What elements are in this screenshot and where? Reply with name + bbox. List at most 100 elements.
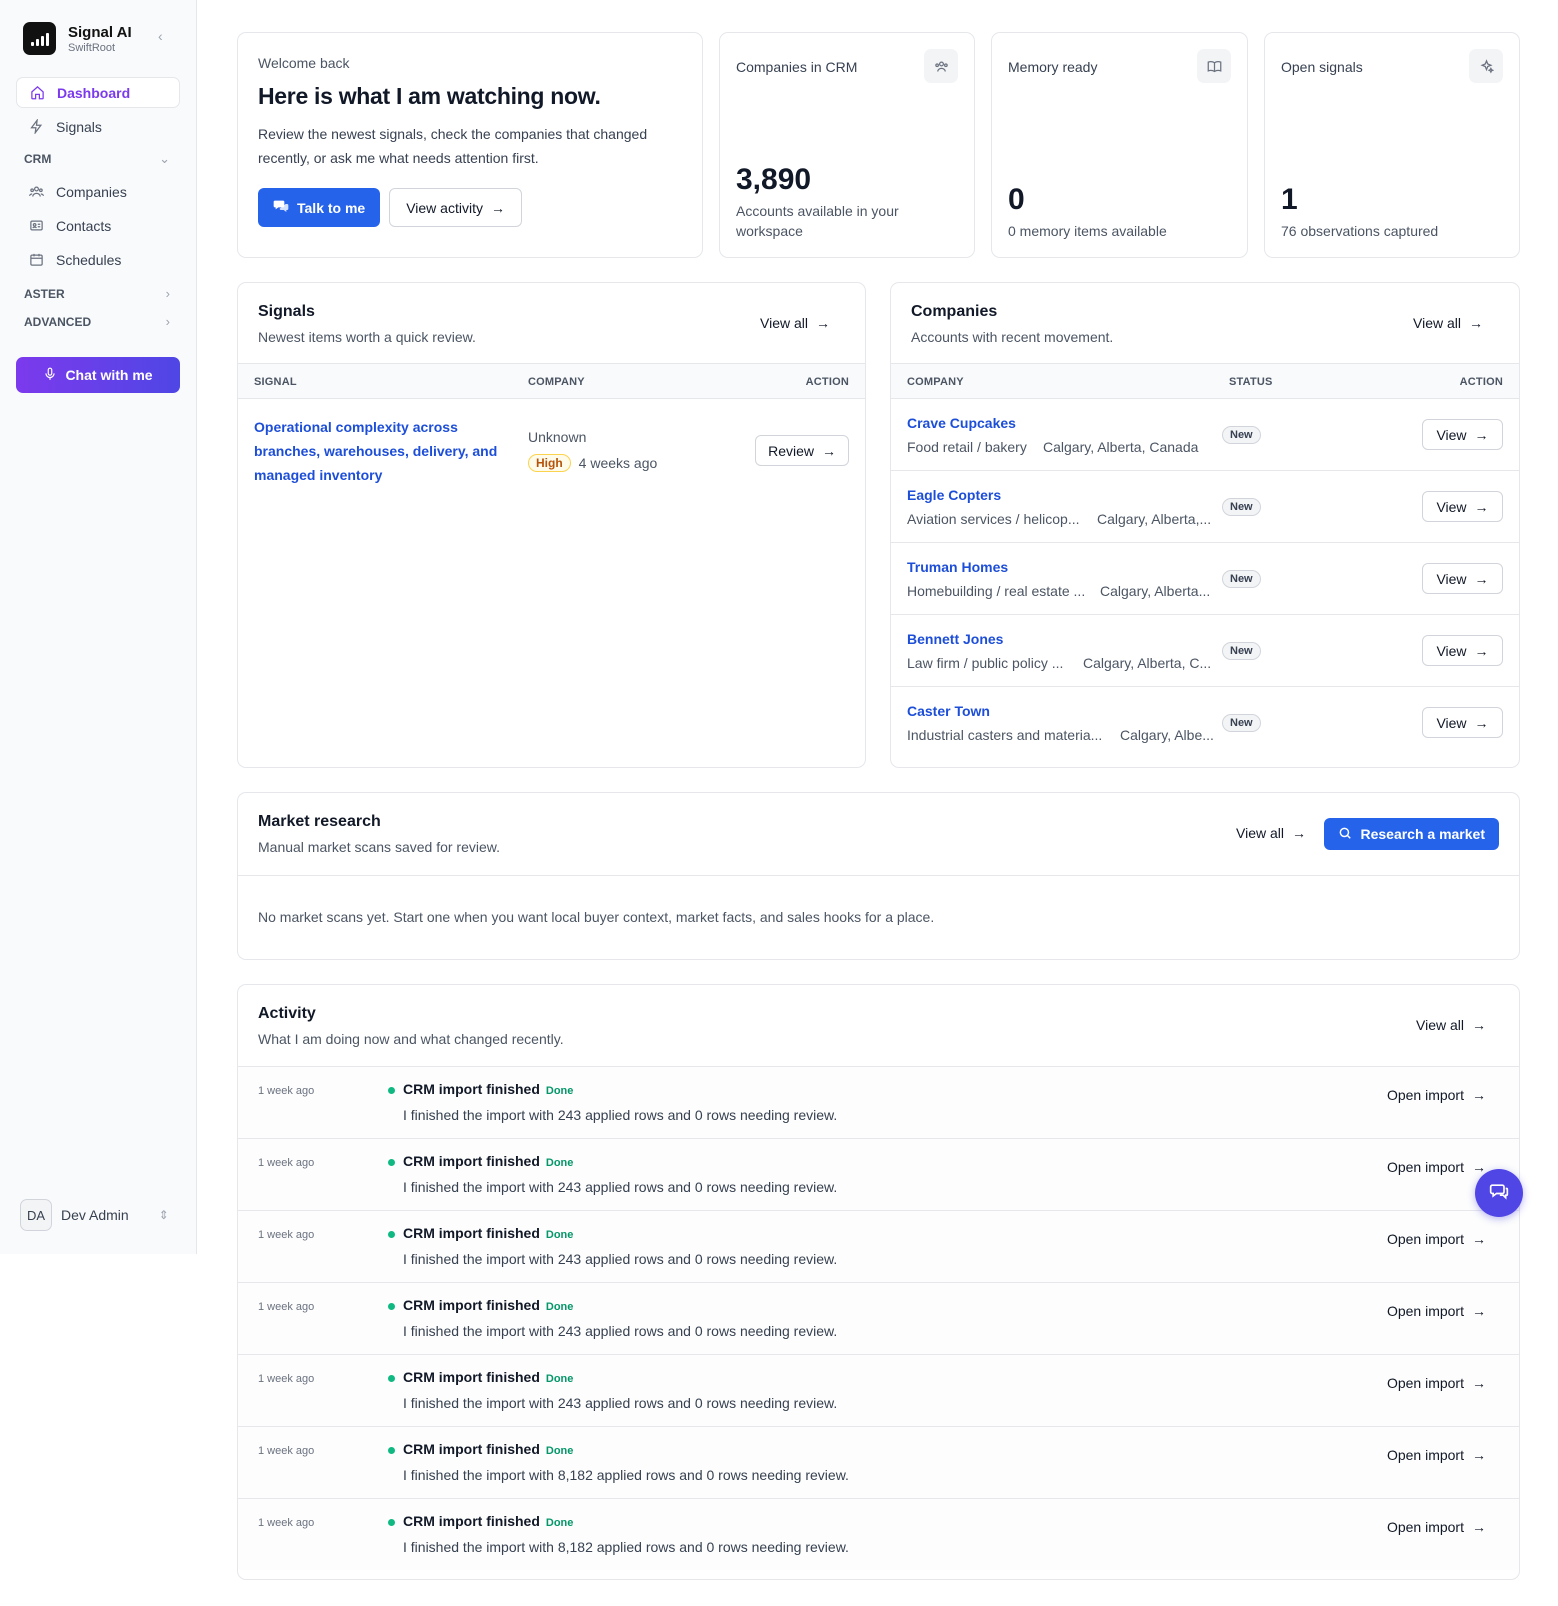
column-header: COMPANY <box>528 376 585 388</box>
arrow-right-icon: → <box>1474 426 1489 443</box>
activity-title: CRM import finished <box>403 1153 540 1169</box>
table-row: Operational complexity across branches, … <box>238 399 865 499</box>
view-company-button[interactable]: View → <box>1422 563 1503 594</box>
view-company-button[interactable]: View → <box>1422 635 1503 666</box>
review-label: Review <box>768 442 814 459</box>
sidebar-group-advanced[interactable]: ADVANCED › <box>24 314 170 329</box>
column-header: SIGNAL <box>254 376 297 388</box>
activity-view-all-link[interactable]: View all → <box>1416 1017 1486 1033</box>
activity-description: I finished the import with 243 applied r… <box>403 1395 838 1411</box>
section-title: Signals <box>258 303 315 320</box>
company-location: Calgary, Alberta... <box>1100 583 1211 599</box>
open-import-link[interactable]: Open import → <box>1387 1231 1486 1247</box>
sidebar-item-schedules[interactable]: Schedules <box>16 244 180 275</box>
status-dot <box>388 1375 395 1382</box>
company-link[interactable]: Bennett Jones <box>907 631 1003 647</box>
open-import-link[interactable]: Open import → <box>1387 1303 1486 1319</box>
market-view-all-link[interactable]: View all → <box>1236 825 1306 841</box>
status-badge: New <box>1222 498 1261 516</box>
view-all-label: View all <box>1236 825 1284 841</box>
view-company-button[interactable]: View → <box>1422 707 1503 738</box>
open-import-link[interactable]: Open import → <box>1387 1087 1486 1103</box>
table-header: SIGNAL COMPANY ACTION <box>238 363 865 399</box>
view-activity-button[interactable]: View activity → <box>389 188 522 227</box>
sidebar-item-signals[interactable]: Signals <box>16 111 180 142</box>
company-link[interactable]: Eagle Copters <box>907 487 1001 503</box>
sidebar-item-dashboard[interactable]: Dashboard <box>16 77 180 108</box>
company-location: Calgary, Alberta, C... <box>1083 655 1212 671</box>
arrow-right-icon: → <box>1474 498 1489 515</box>
welcome-kicker: Welcome back <box>258 55 350 71</box>
brand-name: Signal AI <box>68 23 132 41</box>
view-all-label: View all <box>1413 315 1461 331</box>
status-badge: Done <box>545 1445 574 1457</box>
avatar: DA <box>20 1199 52 1231</box>
activity-card: Activity What I am doing now and what ch… <box>237 984 1520 1580</box>
activity-description: I finished the import with 8,182 applied… <box>403 1539 849 1555</box>
signal-bars-icon <box>23 22 56 55</box>
chat-with-me-button[interactable]: Chat with me <box>16 357 180 393</box>
section-subtitle: What I am doing now and what changed rec… <box>258 1031 564 1047</box>
activity-row: 1 week ago CRM import finished Done I fin… <box>238 1498 1519 1570</box>
brand[interactable]: Signal AI SwiftRoot <box>23 22 132 55</box>
arrow-right-icon: → <box>1474 714 1489 731</box>
open-import-label: Open import <box>1386 1519 1464 1535</box>
lightning-icon <box>28 119 44 135</box>
view-company-button[interactable]: View → <box>1422 419 1503 450</box>
company-industry: Food retail / bakery <box>907 439 1027 455</box>
floating-chat-button[interactable] <box>1475 1169 1523 1217</box>
open-import-label: Open import <box>1386 1087 1464 1103</box>
company-link[interactable]: Truman Homes <box>907 559 1008 575</box>
activity-row: 1 week ago CRM import finished Done I fin… <box>238 1354 1519 1426</box>
sidebar-item-label: Dashboard <box>57 84 131 101</box>
welcome-title: Here is what I am watching now. <box>258 83 601 109</box>
activity-title: CRM import finished <box>403 1225 540 1241</box>
status-dot <box>388 1087 395 1094</box>
book-icon <box>1197 49 1231 83</box>
signal-company: Unknown <box>528 429 587 445</box>
activity-time: 1 week ago <box>258 1517 315 1529</box>
research-market-button[interactable]: Research a market <box>1324 818 1499 850</box>
companies-card: Companies Accounts with recent movement.… <box>890 282 1520 768</box>
view-activity-label: View activity <box>406 199 483 216</box>
company-location: Calgary, Albe... <box>1120 727 1214 743</box>
company-link[interactable]: Crave Cupcakes <box>907 415 1016 431</box>
activity-description: I finished the import with 243 applied r… <box>403 1179 838 1195</box>
talk-to-me-button[interactable]: Talk to me <box>258 188 381 227</box>
signal-link[interactable]: Operational complexity across branches, … <box>254 415 499 487</box>
activity-row: 1 week ago CRM import finished Done I fin… <box>238 1282 1519 1354</box>
chevron-down-icon: ⌄ <box>159 151 170 166</box>
table-row: Crave Cupcakes Food retail / bakery Calg… <box>891 399 1519 471</box>
sidebar-item-companies[interactable]: Companies <box>16 176 180 207</box>
open-import-link[interactable]: Open import → <box>1387 1375 1486 1391</box>
arrow-right-icon: → <box>1472 1017 1486 1033</box>
activity-description: I finished the import with 243 applied r… <box>403 1107 838 1123</box>
open-import-link[interactable]: Open import → <box>1387 1447 1486 1463</box>
open-import-link[interactable]: Open import → <box>1387 1159 1486 1175</box>
sidebar-item-contacts[interactable]: Contacts <box>16 210 180 241</box>
group-label: CRM <box>24 152 52 166</box>
sidebar-group-crm[interactable]: CRM ⌄ <box>24 151 170 167</box>
review-button[interactable]: Review → <box>755 435 849 466</box>
activity-row: 1 week ago CRM import finished Done I fin… <box>238 1138 1519 1210</box>
activity-time: 1 week ago <box>258 1445 315 1457</box>
status-badge: New <box>1222 642 1261 660</box>
signals-view-all-link[interactable]: View all → <box>760 315 830 331</box>
activity-row: 1 week ago CRM import finished Done I fin… <box>238 1426 1519 1498</box>
user-menu[interactable]: DA Dev Admin ⇕ <box>20 1199 169 1231</box>
sidebar-group-aster[interactable]: ASTER › <box>24 286 170 301</box>
section-title: Activity <box>258 1005 316 1022</box>
view-label: View <box>1436 426 1467 443</box>
status-badge: Done <box>545 1157 574 1169</box>
companies-view-all-link[interactable]: View all → <box>1413 315 1483 331</box>
company-link[interactable]: Caster Town <box>907 703 990 719</box>
status-badge: New <box>1222 714 1261 732</box>
view-company-button[interactable]: View → <box>1422 491 1503 522</box>
collapse-sidebar-icon[interactable]: ‹ <box>158 28 163 44</box>
stat-subtext: 76 observations captured <box>1281 223 1439 239</box>
open-import-link[interactable]: Open import → <box>1387 1519 1486 1535</box>
arrow-right-icon: → <box>1472 1087 1486 1103</box>
market-empty-state: No market scans yet. Start one when you … <box>258 909 935 925</box>
group-label: ADVANCED <box>24 314 92 329</box>
section-title: Market research <box>258 813 381 830</box>
